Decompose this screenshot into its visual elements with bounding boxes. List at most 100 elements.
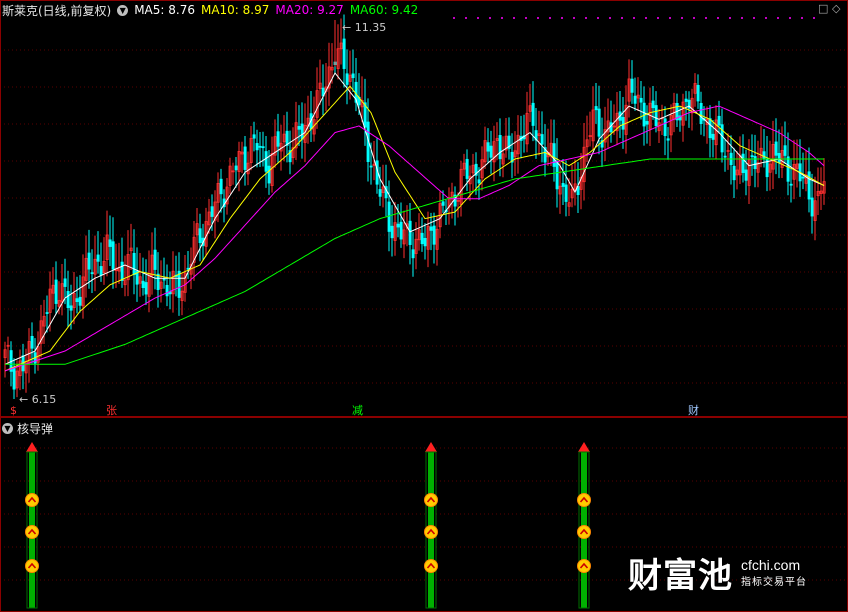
candle-body [486,142,490,152]
candle-body [78,296,82,306]
top-dot [729,17,731,19]
candle-body [777,152,781,163]
candle-body [555,161,559,190]
candle-body [789,183,793,186]
candle-body [753,156,757,170]
top-dot [537,17,539,19]
price-labels: ← 11.35 ← 6.15 [19,20,386,406]
candle-body [783,145,787,156]
chevron-up-icon [577,493,591,507]
candle-body [663,118,667,137]
candle-body [267,165,271,184]
candle-body [762,151,766,159]
candle-body [540,134,544,145]
candle-body [342,38,346,69]
chevron-down-icon[interactable]: ▼ [2,423,13,434]
candle-body [645,121,649,125]
candle-body [750,155,754,158]
candle-body [186,267,190,270]
candle-body [285,130,289,146]
ma5-line [4,72,825,365]
candle-body [45,312,49,314]
top-dot [741,17,743,19]
top-dot [645,17,647,19]
top-dot [621,17,623,19]
top-dot [465,17,467,19]
candle-body [531,102,535,126]
candle-body [597,108,601,137]
chevron-up-icon [424,559,438,573]
brand-tagline: 指标交易平台 [741,577,807,588]
candle-body [432,225,436,245]
candle-body [165,284,169,297]
diamond-icon[interactable]: ◇ [832,2,840,15]
candle-body [264,151,268,172]
candle-body [63,278,67,287]
candle-body [219,178,223,195]
candle-body [654,105,658,127]
candle-body [255,143,259,151]
candle-body [411,249,415,259]
candle-body [465,158,469,179]
ma20-label: MA20: 9.27 [275,3,344,17]
candle-body [108,239,112,247]
candle-body [387,201,391,232]
candlestick-series [3,14,826,399]
sub-chart-header: ▼ 核导弹 [2,420,53,437]
candle-body [234,165,238,171]
chevron-up-icon [424,525,438,539]
top-dot [609,17,611,19]
top-dot [633,17,635,19]
candle-body [696,84,700,102]
candle-body [96,254,100,262]
candle-body [396,223,400,228]
stock-chart[interactable]: ← 11.35 ← 6.15 $ 张 减 财 [0,0,848,612]
candle-body [399,221,403,240]
chevron-up-icon [577,525,591,539]
candle-body [807,171,811,200]
top-dot [813,17,815,19]
top-dot [597,17,599,19]
candle-body [75,298,79,303]
candle-body [708,118,712,139]
stock-title: 斯莱克(日线,前复权) [2,3,112,18]
candle-body [54,279,58,304]
candle-body [111,241,115,270]
candle-body [801,176,805,179]
top-dot [477,17,479,19]
candle-body [684,98,688,102]
candle-body [420,232,424,245]
top-dot [489,17,491,19]
candle-body [198,228,202,244]
candle-body [30,335,34,349]
event-marker: 张 [106,404,117,417]
ma60-label: MA60: 9.42 [349,3,419,17]
top-dot [525,17,527,19]
top-dot [453,17,455,19]
missile-head [578,442,590,452]
top-dot [789,17,791,19]
chevron-down-icon[interactable]: ▼ [117,4,129,16]
top-dot [693,17,695,19]
candle-body [732,165,736,181]
candle-body [561,183,565,187]
top-dot [657,17,659,19]
top-dot [549,17,551,19]
candle-body [477,179,481,184]
top-dot [573,17,575,19]
candle-body [552,143,556,167]
chevron-up-icon [424,493,438,507]
high-price-label: ← 11.35 [342,21,386,34]
candle-body [243,146,247,170]
candle-body [423,237,427,247]
brand-site: cfchi.com [741,557,801,573]
chevron-up-icon [25,525,39,539]
sub-chart-title: 核导弹 [17,422,54,436]
candle-body [723,155,727,158]
candle-body [630,78,634,93]
candle-body [252,134,256,139]
square-icon[interactable]: □ [818,2,828,15]
candle-body [774,141,778,156]
candle-body [390,225,394,239]
candle-body [408,220,412,245]
